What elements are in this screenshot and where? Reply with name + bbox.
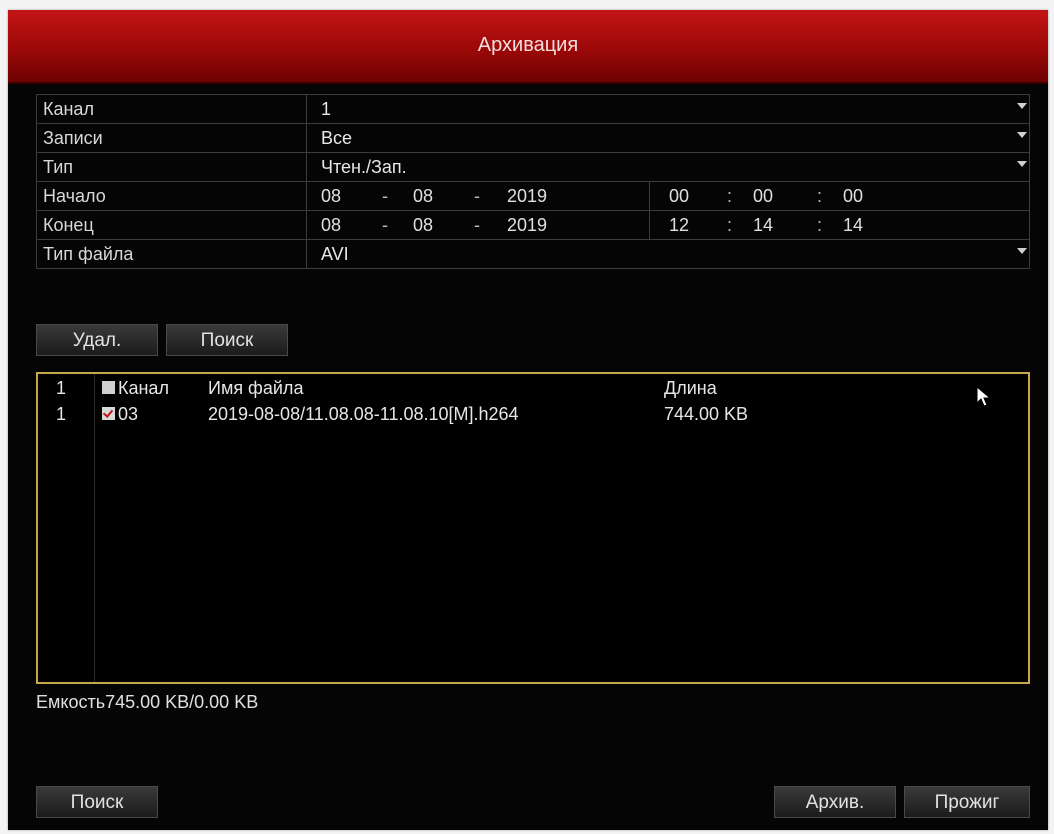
start-row: Начало 08 - 08 - 2019 00 : 00 : 00	[37, 182, 1029, 211]
mouse-pointer-icon	[976, 386, 992, 407]
start-second-field[interactable]: 00	[843, 182, 863, 210]
time-separator: :	[817, 215, 823, 235]
records-row: Записи Все	[37, 124, 1029, 153]
file-list[interactable]: 1 Канал Имя файла Длина 1 03 2019-08-08/…	[36, 372, 1030, 684]
end-hour-field[interactable]: 12	[669, 211, 689, 239]
date-separator: -	[382, 215, 388, 235]
date-separator: -	[382, 186, 388, 206]
file-type-label: Тип файла	[37, 240, 307, 268]
divider	[649, 211, 650, 239]
type-row: Тип Чтен./Зап.	[37, 153, 1029, 182]
header-filename: Имя файла	[208, 378, 304, 398]
channel-row: Канал 1	[37, 95, 1029, 124]
capacity-info: Емкость745.00 KB/0.00 KB	[36, 692, 258, 713]
records-select[interactable]: Все	[321, 124, 352, 152]
records-label: Записи	[37, 124, 307, 152]
row-filename: 2019-08-08/11.08.08-11.08.10[M].h264	[208, 404, 519, 424]
footer-search-button[interactable]: Поиск	[36, 786, 158, 818]
archive-button[interactable]: Архив.	[774, 786, 896, 818]
capacity-label: Емкость	[36, 692, 106, 712]
burn-button[interactable]: Прожиг	[904, 786, 1030, 818]
start-year-field[interactable]: 2019	[507, 182, 547, 210]
file-type-row: Тип файла AVI	[37, 240, 1029, 268]
row-length: 744.00 KB	[664, 404, 749, 424]
type-select[interactable]: Чтен./Зап.	[321, 153, 407, 181]
end-label: Конец	[37, 211, 307, 239]
row-index: 1	[56, 404, 67, 424]
end-month-field[interactable]: 08	[413, 211, 433, 239]
end-minute-field[interactable]: 14	[753, 211, 773, 239]
end-second-field[interactable]: 14	[843, 211, 863, 239]
delete-button[interactable]: Удал.	[36, 324, 158, 356]
time-separator: :	[817, 186, 823, 206]
search-button[interactable]: Поиск	[166, 324, 288, 356]
chevron-down-icon[interactable]	[1017, 103, 1027, 109]
date-separator: -	[474, 186, 480, 206]
start-label: Начало	[37, 182, 307, 210]
channel-label: Канал	[37, 95, 307, 123]
time-separator: :	[727, 215, 733, 235]
start-month-field[interactable]: 08	[413, 182, 433, 210]
chevron-down-icon[interactable]	[1017, 248, 1027, 254]
end-row: Конец 08 - 08 - 2019 12 : 14 : 14	[37, 211, 1029, 240]
start-minute-field[interactable]: 00	[753, 182, 773, 210]
end-day-field[interactable]: 08	[321, 211, 341, 239]
header-length: Длина	[664, 378, 717, 398]
select-all-checkbox[interactable]	[102, 381, 115, 394]
end-year-field[interactable]: 2019	[507, 211, 547, 239]
capacity-value: 745.00 KB/0.00 KB	[105, 692, 259, 712]
date-separator: -	[474, 215, 480, 235]
start-day-field[interactable]: 08	[321, 182, 341, 210]
header-channel: Канал	[118, 378, 169, 398]
file-type-select[interactable]: AVI	[321, 240, 349, 268]
time-separator: :	[727, 186, 733, 206]
start-hour-field[interactable]: 00	[669, 182, 689, 210]
search-form: Канал 1 Записи Все Тип Чтен./Зап. Начало…	[36, 94, 1030, 269]
type-label: Тип	[37, 153, 307, 181]
row-channel: 03	[118, 404, 139, 424]
archive-dialog: Архивация Канал 1 Записи Все Тип Чтен./З…	[8, 10, 1048, 830]
title-bar: Архивация	[8, 10, 1048, 84]
divider	[649, 182, 650, 210]
dialog-title: Архивация	[477, 34, 579, 56]
header-index: 1	[56, 378, 67, 398]
chevron-down-icon[interactable]	[1017, 132, 1027, 138]
table-row[interactable]: 1 03 2019-08-08/11.08.08-11.08.10[M].h26…	[38, 402, 1028, 426]
chevron-down-icon[interactable]	[1017, 161, 1027, 167]
channel-select[interactable]: 1	[321, 95, 331, 123]
file-list-header: 1 Канал Имя файла Длина	[38, 376, 1028, 400]
row-checkbox[interactable]	[102, 407, 115, 420]
